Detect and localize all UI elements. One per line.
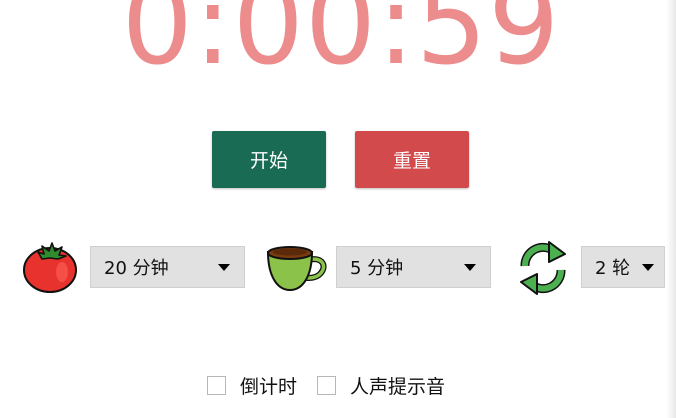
tomato-icon <box>22 238 78 294</box>
dropdown-arrow-icon <box>642 263 654 271</box>
reset-button[interactable]: 重置 <box>355 131 469 188</box>
rounds-value: 2 轮 <box>595 258 631 279</box>
tea-cup-icon <box>264 242 330 294</box>
dropdown-arrow-icon <box>218 263 230 271</box>
window-edge-shadow <box>666 0 676 418</box>
start-button[interactable]: 开始 <box>212 131 326 188</box>
countdown-checkbox[interactable] <box>207 375 226 395</box>
timer-display: 0:00:59 <box>121 0 561 90</box>
countdown-label: 倒计时 <box>240 375 298 398</box>
work-duration-value: 20 分钟 <box>104 258 169 279</box>
rounds-select[interactable]: 2 轮 <box>581 246 665 288</box>
options-row: 倒计时 人声提示音 <box>207 372 465 398</box>
cycle-arrows-icon <box>515 240 571 296</box>
work-duration-select[interactable]: 20 分钟 <box>90 246 245 288</box>
break-duration-value: 5 分钟 <box>350 258 404 279</box>
voice-prompt-label: 人声提示音 <box>350 375 446 398</box>
voice-prompt-checkbox[interactable] <box>317 375 337 395</box>
break-duration-select[interactable]: 5 分钟 <box>336 246 491 288</box>
dropdown-arrow-icon <box>464 263 476 271</box>
